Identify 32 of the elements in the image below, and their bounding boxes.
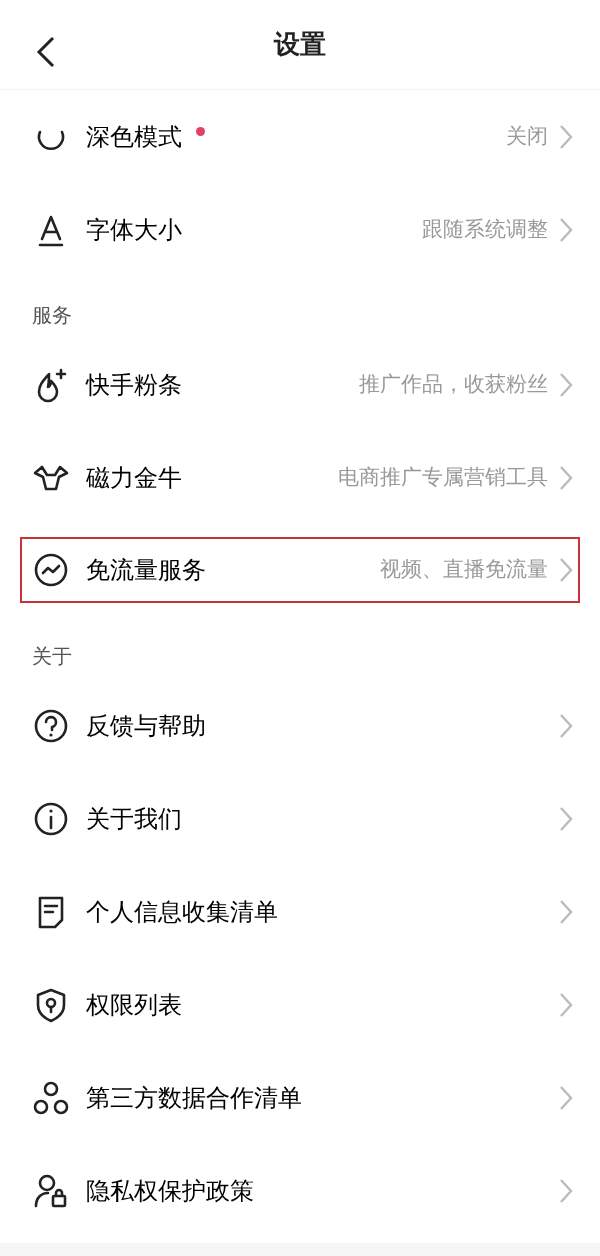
row-label: 个人信息收集清单 — [86, 896, 278, 928]
row-value: 跟随系统调整 — [422, 215, 548, 243]
row-value: 推广作品，收获粉丝 — [359, 370, 548, 398]
row-label: 关于我们 — [86, 803, 182, 835]
section-title: 服务 — [31, 302, 73, 329]
page-title: 设置 — [274, 28, 326, 61]
row-value: 视频、直播免流量 — [380, 556, 548, 584]
chevron-icon — [558, 556, 574, 584]
row-label: 字体大小 — [86, 214, 182, 246]
row-label: 反馈与帮助 — [86, 710, 206, 742]
row-label: 隐私权保护政策 — [86, 1175, 254, 1207]
pulse-icon — [32, 551, 70, 589]
settings-row[interactable]: 隐私权保护政策 — [0, 1144, 600, 1237]
row-label: 第三方数据合作清单 — [86, 1082, 302, 1114]
row-label: 深色模式 — [86, 121, 182, 153]
settings-row[interactable]: 深色模式 关闭 — [0, 90, 600, 183]
settings-row[interactable]: 字体大小 跟随系统调整 — [0, 183, 600, 276]
settings-row[interactable]: 个人信息收集清单 — [0, 865, 600, 958]
row-label: 快手粉条 — [86, 369, 182, 401]
settings-row[interactable]: 权限列表 — [0, 958, 600, 1051]
settings-row[interactable]: 第三方数据合作清单 — [0, 1051, 600, 1144]
row-label: 磁力金牛 — [86, 462, 182, 494]
row-label: 免流量服务 — [86, 555, 206, 586]
section-title: 关于 — [31, 643, 73, 670]
row-label: 权限列表 — [86, 989, 182, 1021]
settings-row[interactable]: 反馈与帮助 — [0, 679, 600, 772]
settings-row[interactable]: 关于我们 — [0, 772, 600, 865]
settings-row[interactable]: 快手粉条 推广作品，收获粉丝 — [0, 338, 600, 431]
row-value: 关闭 — [506, 122, 548, 150]
settings-row[interactable]: 磁力金牛 电商推广专属营销工具 — [0, 431, 600, 524]
row-value: 电商推广专属营销工具 — [338, 463, 548, 491]
highlighted-settings-row[interactable]: 免流量服务 视频、直播免流量 — [18, 535, 582, 605]
